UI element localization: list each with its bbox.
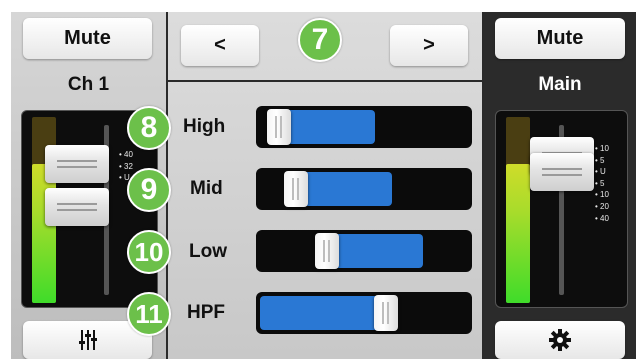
slider-handle[interactable] xyxy=(283,171,308,207)
main-meter-panel: • 10 • 5 • U • 5 • 10 • 20 • 40 xyxy=(495,110,628,308)
previous-button[interactable]: < xyxy=(181,25,259,66)
low-eq-slider[interactable] xyxy=(256,230,472,272)
channel-1-mute-button[interactable]: Mute xyxy=(23,18,152,59)
callout-number: 10 xyxy=(134,236,164,267)
sliders-icon xyxy=(78,330,97,350)
scale-mark: • 40 xyxy=(595,213,609,223)
slider-fill xyxy=(279,110,376,144)
main-settings-button[interactable] xyxy=(495,321,625,359)
channel-name: Ch 1 xyxy=(67,74,110,95)
eq-label-low: Low xyxy=(189,241,227,262)
high-eq-slider[interactable] xyxy=(256,106,472,148)
main-strip: Mute Main • 10 • 5 • U • 5 • 10 • 20 • 40 xyxy=(484,12,636,359)
scale-mark: • U xyxy=(595,167,606,177)
slider-handle[interactable] xyxy=(374,295,399,331)
level-meter xyxy=(32,163,56,303)
scale-mark: • 10 xyxy=(595,190,609,200)
hpf-slider[interactable] xyxy=(256,292,472,334)
main-name: Main xyxy=(538,74,582,95)
callout-number: 8 xyxy=(140,111,158,144)
next-button[interactable]: > xyxy=(390,25,468,66)
callout-number: 9 xyxy=(140,173,158,206)
scale-mark: • 20 xyxy=(595,201,609,211)
callout-number: 7 xyxy=(311,23,329,56)
slider-fill xyxy=(260,296,391,330)
chevron-left-icon: < xyxy=(214,34,226,56)
slider-fill xyxy=(295,172,392,206)
scale-mark: • 40 xyxy=(119,150,133,159)
slider-handle[interactable] xyxy=(315,233,340,269)
gear-icon xyxy=(549,329,571,351)
mute-button-label: Mute xyxy=(536,27,584,49)
header-divider xyxy=(168,80,482,82)
callout-badge-10: 10 xyxy=(127,230,171,274)
scale-mark: • 5 xyxy=(595,178,605,188)
eq-label-mid: Mid xyxy=(190,178,223,199)
fader-cap-lower[interactable] xyxy=(530,153,594,191)
eq-label-high: High xyxy=(183,116,226,137)
fader-scale: • 10 • 5 • U • 5 • 10 • 20 • 40 xyxy=(595,143,609,224)
callout-badge-11: 11 xyxy=(127,292,171,336)
slider-handle[interactable] xyxy=(267,109,292,145)
callout-badge-8: 8 xyxy=(127,106,171,150)
callout-badge-9: 9 xyxy=(127,168,171,212)
scale-mark: • 32 xyxy=(119,161,133,171)
chevron-right-icon: > xyxy=(423,34,435,56)
scale-mark: • 10 xyxy=(595,144,609,153)
mid-eq-slider[interactable] xyxy=(256,168,472,210)
slider-fill xyxy=(327,234,424,268)
fader-cap-upper[interactable] xyxy=(45,145,109,183)
callout-badge-7: 7 xyxy=(298,18,342,62)
main-mute-button[interactable]: Mute xyxy=(495,18,625,59)
channel-1-fader-handle[interactable] xyxy=(45,188,109,226)
scale-mark: • 5 xyxy=(595,155,605,165)
eq-label-hpf: HPF xyxy=(187,302,225,323)
callout-number: 11 xyxy=(135,298,163,329)
mute-button-label: Mute xyxy=(64,27,111,49)
level-meter xyxy=(506,163,530,303)
